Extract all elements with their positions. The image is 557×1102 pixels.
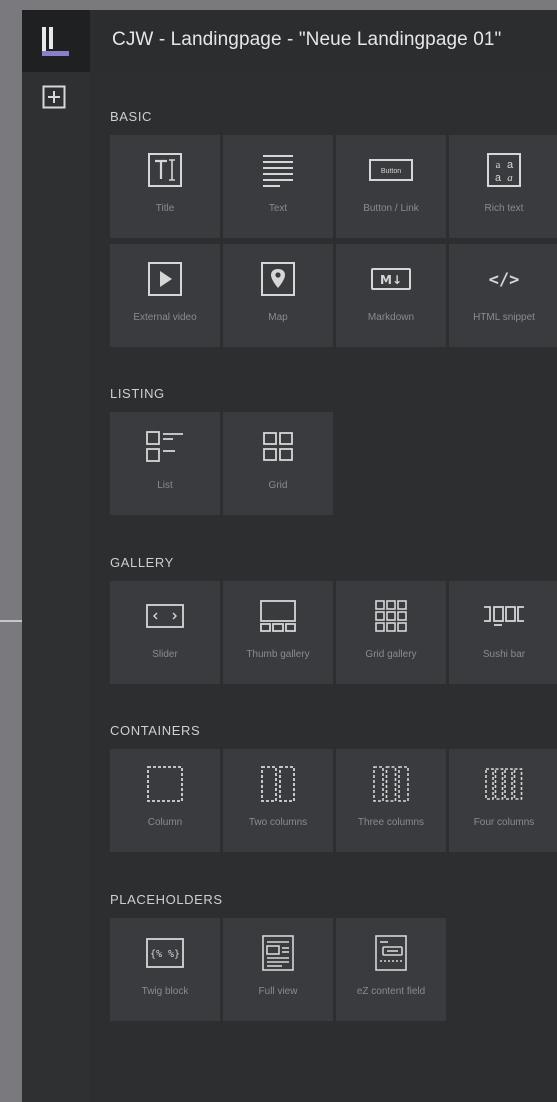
block-label: Button / Link bbox=[363, 203, 419, 214]
column-icon bbox=[147, 766, 183, 802]
full-view-icon bbox=[262, 935, 294, 971]
page-title: CJW - Landingpage - "Neue Landingpage 01… bbox=[112, 29, 502, 50]
three-columns-icon bbox=[373, 766, 409, 802]
title-bar: CJW - Landingpage - "Neue Landingpage 01… bbox=[90, 10, 557, 73]
block-label: Two columns bbox=[248, 817, 308, 828]
block-map[interactable]: Map bbox=[223, 244, 333, 347]
text-icon bbox=[263, 155, 293, 187]
block-label: Sushi bar bbox=[482, 649, 526, 660]
block-title[interactable]: Title bbox=[110, 135, 220, 238]
block-html-snippet[interactable]: </> HTML snippet bbox=[449, 244, 557, 347]
map-icon bbox=[261, 262, 295, 296]
section-label-listing: LISTING bbox=[110, 386, 165, 401]
block-label: Grid gallery bbox=[365, 649, 417, 660]
block-four-columns[interactable]: Four columns bbox=[449, 749, 557, 852]
markdown-icon: M↓ bbox=[371, 268, 411, 290]
block-ez-content-field[interactable]: eZ content field bbox=[336, 918, 446, 1021]
video-icon bbox=[148, 262, 182, 296]
block-label: External video bbox=[133, 312, 197, 323]
block-twig-block[interactable]: {% %} Twig block bbox=[110, 918, 220, 1021]
block-list[interactable]: List bbox=[110, 412, 220, 515]
rich-text-icon: a aa a bbox=[487, 153, 521, 187]
block-label: eZ content field bbox=[356, 986, 426, 997]
block-label: HTML snippet bbox=[473, 312, 535, 323]
slider-icon bbox=[146, 604, 184, 628]
content-field-icon bbox=[375, 935, 407, 971]
sushi-bar-icon bbox=[484, 606, 524, 626]
section-label-placeholders: PLACEHOLDERS bbox=[110, 892, 223, 907]
editor-window: CJW - Landingpage - "Neue Landingpage 01… bbox=[22, 10, 557, 1102]
svg-text:Button: Button bbox=[381, 168, 401, 175]
section-label-basic: BASIC bbox=[110, 109, 153, 124]
add-block-button[interactable] bbox=[39, 82, 69, 112]
list-icon bbox=[146, 431, 183, 462]
title-icon bbox=[148, 153, 182, 187]
four-columns-icon bbox=[485, 768, 523, 800]
block-text[interactable]: Text bbox=[223, 135, 333, 238]
svg-text:</>: </> bbox=[489, 270, 520, 290]
block-grid[interactable]: Grid bbox=[223, 412, 333, 515]
app-logo bbox=[42, 27, 69, 56]
block-label: Markdown bbox=[367, 312, 415, 323]
block-external-video[interactable]: External video bbox=[110, 244, 220, 347]
twig-block-icon: {% %} bbox=[146, 938, 184, 968]
block-grid-gallery[interactable]: Grid gallery bbox=[336, 581, 446, 684]
block-three-columns[interactable]: Three columns bbox=[336, 749, 446, 852]
block-label: Column bbox=[147, 817, 183, 828]
svg-text:a: a bbox=[496, 159, 501, 171]
section-label-gallery: GALLERY bbox=[110, 555, 174, 570]
grid-icon bbox=[263, 432, 293, 461]
block-label: Grid bbox=[268, 480, 288, 491]
plus-square-icon bbox=[42, 85, 66, 109]
svg-text:a: a bbox=[507, 159, 514, 171]
block-label: List bbox=[157, 480, 173, 491]
two-columns-icon bbox=[261, 766, 295, 802]
block-label: Rich text bbox=[484, 203, 524, 214]
block-library-panel: BASIC Title Text Button Button / Link aa… bbox=[90, 72, 557, 1102]
left-rail bbox=[22, 72, 91, 1102]
svg-text:M↓: M↓ bbox=[380, 273, 402, 287]
block-label: Three columns bbox=[357, 817, 425, 828]
block-label: Text bbox=[268, 203, 288, 214]
block-full-view[interactable]: Full view bbox=[223, 918, 333, 1021]
block-slider[interactable]: Slider bbox=[110, 581, 220, 684]
block-button-link[interactable]: Button Button / Link bbox=[336, 135, 446, 238]
block-label: Thumb gallery bbox=[246, 649, 310, 660]
block-label: Map bbox=[268, 312, 288, 323]
block-thumb-gallery[interactable]: Thumb gallery bbox=[223, 581, 333, 684]
block-sushi-bar[interactable]: Sushi bar bbox=[449, 581, 557, 684]
block-label: Slider bbox=[152, 649, 178, 660]
block-column[interactable]: Column bbox=[110, 749, 220, 852]
block-label: Full view bbox=[258, 986, 298, 997]
block-rich-text[interactable]: aaaa Rich text bbox=[449, 135, 557, 238]
section-label-containers: CONTAINERS bbox=[110, 723, 201, 738]
block-label: Twig block bbox=[141, 986, 189, 997]
svg-text:a: a bbox=[495, 173, 502, 185]
code-icon: </> bbox=[489, 270, 520, 290]
button-icon: Button bbox=[369, 159, 413, 181]
grid-gallery-icon bbox=[375, 600, 407, 632]
logo-container bbox=[22, 10, 90, 72]
thumb-gallery-icon bbox=[260, 600, 296, 632]
block-two-columns[interactable]: Two columns bbox=[223, 749, 333, 852]
block-label: Title bbox=[155, 203, 175, 214]
svg-text:a: a bbox=[507, 172, 513, 184]
block-markdown[interactable]: M↓ Markdown bbox=[336, 244, 446, 347]
svg-text:{% %}: {% %} bbox=[150, 949, 180, 960]
block-label: Four columns bbox=[473, 817, 535, 828]
